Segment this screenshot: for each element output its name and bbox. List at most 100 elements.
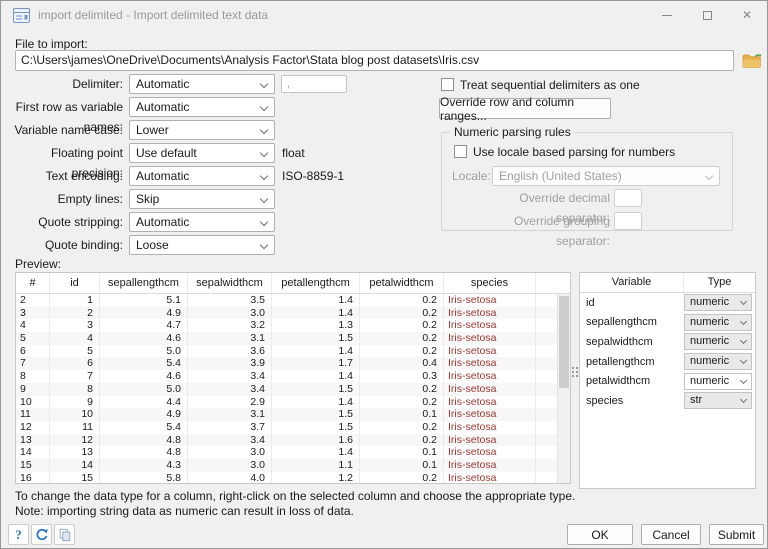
- data-cell: 11: [50, 420, 100, 434]
- data-cell: 3: [16, 306, 50, 320]
- submit-button[interactable]: Submit: [709, 524, 764, 545]
- splitter-handle[interactable]: [572, 367, 578, 383]
- encoding-select[interactable]: Automatic: [129, 166, 275, 186]
- species-cell: Iris-setosa: [444, 408, 536, 421]
- preview-col-header-species[interactable]: species: [444, 273, 536, 293]
- empty-lines-select[interactable]: Skip: [129, 189, 275, 209]
- preview-row: 8 7 4.6 3.4 1.4 0.3 Iris-setosa: [16, 370, 557, 383]
- override-ranges-button[interactable]: Override row and column ranges...: [439, 95, 611, 123]
- type-value: numeric: [690, 335, 730, 348]
- locale-parsing-checkbox[interactable]: [454, 145, 467, 158]
- grouping-separator-label: Override grouping separator:: [513, 214, 610, 248]
- row-filler: [536, 421, 557, 434]
- refresh-icon: [36, 528, 48, 540]
- name-case-value: Lower: [136, 123, 169, 137]
- scrollbar-thumb[interactable]: [559, 296, 569, 388]
- variable-name: species: [586, 394, 624, 407]
- quote-binding-select[interactable]: Loose: [129, 235, 275, 255]
- preview-scrollbar[interactable]: [557, 294, 570, 483]
- preview-row: 3 2 4.9 3.0 1.4 0.2 Iris-setosa: [16, 306, 557, 320]
- encoding-suffix: ISO-8859-1: [282, 169, 345, 183]
- preview-col-header-sepalwidthcm[interactable]: sepalwidthcm: [188, 273, 272, 293]
- chevron-down-icon: [259, 240, 269, 250]
- preview-table: # id sepallengthcm sepalwidthcm petallengthc…: [15, 272, 571, 484]
- data-cell: 15: [16, 458, 50, 472]
- data-cell: 6: [50, 357, 100, 371]
- ok-button[interactable]: OK: [567, 524, 633, 545]
- browse-button[interactable]: [740, 50, 764, 71]
- chevron-down-icon: [259, 217, 269, 227]
- variable-name: sepallengthcm: [586, 316, 657, 329]
- custom-delimiter-input[interactable]: ,: [281, 75, 347, 93]
- type-select-sepallengthcm[interactable]: numeric: [684, 313, 752, 331]
- data-cell: 0.1: [360, 458, 444, 472]
- data-cell: 3.0: [188, 446, 272, 459]
- chevron-down-icon: [259, 148, 269, 158]
- row-filler: [536, 408, 557, 421]
- data-cell: 3.4: [188, 433, 272, 447]
- row-filler: [536, 446, 557, 459]
- variable-name: petalwidthcm: [586, 375, 651, 388]
- data-cell: 15: [50, 471, 100, 483]
- quote-stripping-select[interactable]: Automatic: [129, 212, 275, 232]
- preview-col-header-num[interactable]: #: [16, 273, 50, 293]
- data-cell: 14: [50, 458, 100, 472]
- data-cell: 1.4: [272, 370, 360, 383]
- type-select-petallengthcm[interactable]: numeric: [684, 353, 752, 371]
- close-button[interactable]: ✕: [727, 1, 767, 29]
- copy-button[interactable]: [54, 524, 75, 545]
- encoding-value: Automatic: [136, 169, 190, 183]
- preview-col-header-petalwidthcm[interactable]: petalwidthcm: [360, 273, 444, 293]
- type-select-species[interactable]: str: [684, 392, 752, 410]
- data-cell: 7: [16, 357, 50, 371]
- preview-col-header-sepallengthcm[interactable]: sepallengthcm: [100, 273, 188, 293]
- data-cell: 1.4: [272, 344, 360, 358]
- grouping-separator-input: [614, 212, 642, 230]
- maximize-button[interactable]: [687, 1, 727, 29]
- type-select-petalwidthcm[interactable]: numeric: [684, 372, 752, 390]
- species-cell: Iris-setosa: [444, 382, 536, 396]
- data-cell: 3: [50, 319, 100, 333]
- folder-icon: [742, 53, 762, 68]
- minimize-button[interactable]: [647, 1, 687, 29]
- data-cell: 0.1: [360, 446, 444, 459]
- type-column-header: Type: [707, 276, 732, 288]
- preview-col-header-id[interactable]: id: [50, 273, 100, 293]
- preview-row: 12 11 5.4 3.7 1.5 0.2 Iris-setosa: [16, 420, 557, 434]
- hint-line-2: Note: importing string data as numeric c…: [15, 504, 354, 518]
- data-cell: 11: [16, 408, 50, 421]
- type-select-sepalwidthcm[interactable]: numeric: [684, 333, 752, 351]
- first-row-select[interactable]: Automatic: [129, 97, 275, 117]
- maximize-icon: [702, 10, 712, 20]
- data-cell: 5.4: [100, 357, 188, 371]
- data-cell: 1.2: [272, 471, 360, 483]
- delimiter-label: Delimiter:: [72, 77, 123, 91]
- data-cell: 5.0: [100, 382, 188, 396]
- precision-select[interactable]: Use default: [129, 143, 275, 163]
- cancel-button[interactable]: Cancel: [641, 524, 701, 545]
- row-filler: [536, 459, 557, 472]
- data-cell: 13: [16, 433, 50, 447]
- preview-row: 10 9 4.4 2.9 1.4 0.2 Iris-setosa: [16, 395, 557, 409]
- help-button[interactable]: ?: [8, 524, 29, 545]
- delimiter-select[interactable]: Automatic: [129, 74, 275, 94]
- preview-row: 9 8 5.0 3.4 1.5 0.2 Iris-setosa: [16, 382, 557, 396]
- data-cell: 2.9: [188, 395, 272, 409]
- type-row: sepalwidthcm numeric: [580, 332, 755, 352]
- preview-header-row: # id sepallengthcm sepalwidthcm petallengthc…: [16, 273, 570, 294]
- data-cell: 1.5: [272, 408, 360, 421]
- reset-button[interactable]: [31, 524, 52, 545]
- name-case-select[interactable]: Lower: [129, 120, 275, 140]
- data-cell: 5.4: [100, 420, 188, 434]
- encoding-label: Text encoding:: [45, 169, 123, 183]
- file-path-input[interactable]: C:\Users\james\OneDrive\Documents\Analys…: [15, 50, 734, 71]
- variable-name: sepalwidthcm: [586, 335, 653, 348]
- type-value: numeric: [690, 296, 730, 309]
- row-filler: [536, 434, 557, 447]
- data-cell: 10: [16, 395, 50, 409]
- species-cell: Iris-setosa: [444, 344, 536, 358]
- type-row: id numeric: [580, 293, 755, 313]
- preview-col-header-petallengthcm[interactable]: petallengthcm: [272, 273, 360, 293]
- sequential-delimiters-checkbox[interactable]: [441, 78, 454, 91]
- type-select-id[interactable]: numeric: [684, 294, 752, 312]
